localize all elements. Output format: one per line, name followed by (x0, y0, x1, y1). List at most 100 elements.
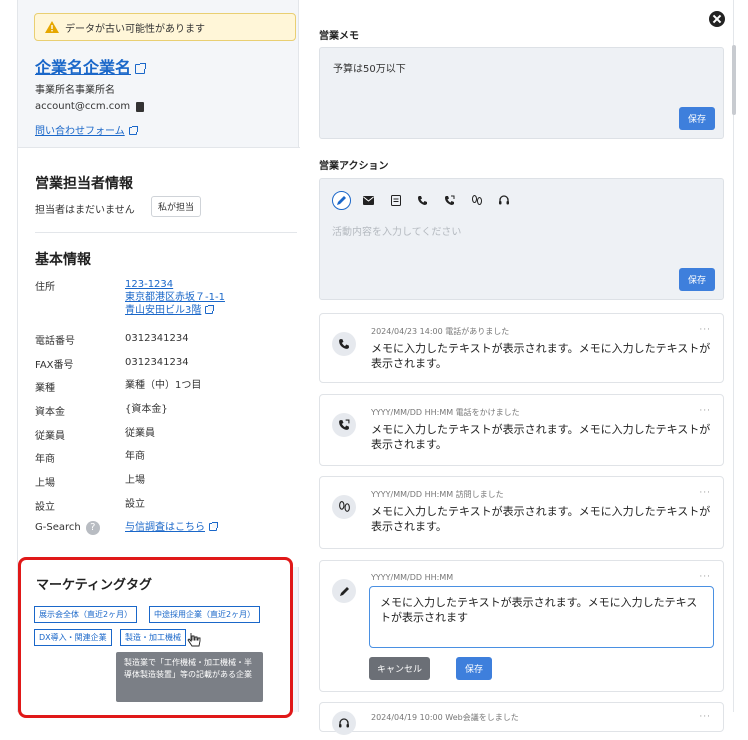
stale-data-warning: データが古い可能性があります (34, 13, 296, 41)
more-menu-icon[interactable]: ··· (699, 712, 711, 722)
info-value: 従業員 (125, 428, 155, 439)
contact-form-link[interactable]: 問い合わせフォーム (35, 122, 138, 137)
mail-icon[interactable] (359, 191, 378, 210)
marketing-tags-title: マーケティングタグ (36, 578, 152, 593)
activity-log-item: YYYY/MM/DD HH:MM 訪問しました ··· メモに入力したテキストが… (319, 476, 724, 549)
company-details-card: 営業担当者情報 担当者はまだいません 私が担当 基本情報 住所 123-1234… (18, 147, 300, 567)
pencil-icon[interactable] (332, 191, 351, 210)
office-name: 事業所名事業所名 (35, 85, 115, 96)
log-body: メモに入力したテキストが表示されます。メモに入力したテキストが表示されます。 (371, 505, 711, 533)
info-value: 設立 (125, 499, 145, 510)
footprints-icon (332, 495, 356, 519)
more-menu-icon[interactable]: ··· (699, 325, 711, 335)
info-label: 電話番号 (35, 336, 75, 347)
sales-panel: 営業メモ 予算は50万以下 保存 営業アクション 活動内容を入力してください 保… (300, 0, 736, 735)
action-save-button[interactable]: 保存 (679, 268, 716, 291)
phone-incoming-icon[interactable] (413, 191, 432, 210)
sales-rep-title: 営業担当者情報 (35, 176, 133, 192)
pencil-icon (332, 579, 356, 603)
hand-cursor-icon (187, 633, 201, 647)
marketing-tag[interactable]: 中途採用企業（直近2ヶ月） (149, 606, 261, 623)
action-placeholder: 活動内容を入力してください (332, 227, 462, 238)
activity-log-item: 2024/04/19 10:00 Web会議をしました ··· (319, 702, 724, 735)
right-scrollbar[interactable] (732, 45, 736, 115)
footprints-icon[interactable] (467, 191, 486, 210)
address-line[interactable]: 123-1234 (125, 278, 295, 291)
phone-outgoing-icon (332, 413, 356, 437)
log-body: メモに入力したテキストが表示されます。メモに入力したテキストが表示されます。 (371, 423, 711, 451)
info-label: 従業員 (35, 431, 65, 442)
marketing-tag[interactable]: 展示会全体（直近2ヶ月） (34, 606, 138, 623)
external-link-icon (205, 305, 215, 314)
basic-info-title: 基本情報 (35, 252, 91, 268)
more-menu-icon[interactable]: ··· (699, 572, 711, 582)
activity-log-item: 2024/04/23 14:00 電話がありました ··· メモに入力したテキス… (319, 313, 724, 383)
divider (35, 232, 297, 233)
info-value: 0312341234 (125, 333, 189, 344)
document-icon[interactable] (386, 191, 405, 210)
more-menu-icon[interactable]: ··· (699, 406, 711, 416)
info-value: {資本金} (125, 404, 168, 415)
credit-check-link[interactable]: 与信調査はこちら (125, 521, 295, 534)
company-name-link[interactable]: 企業名企業名 (35, 54, 147, 78)
headset-icon[interactable] (494, 191, 513, 210)
marketing-tags-section: マーケティングタグ 展示会全体（直近2ヶ月） 中途採用企業（直近2ヶ月） DX導… (18, 557, 293, 718)
address-link[interactable]: 123-1234 東京都港区赤坂７-1-1 青山安田ビル3階 (125, 278, 295, 317)
info-label: 資本金 (35, 407, 65, 418)
sales-rep-status: 担当者はまだいません (35, 205, 135, 216)
cancel-button[interactable]: キャンセル (369, 657, 431, 680)
action-label: 営業アクション (319, 161, 389, 172)
credit-check-text[interactable]: 与信調査はこちら (125, 522, 205, 533)
activity-log-item-editing: YYYY/MM/DD HH:MM ··· メモに入力したテキストが表示されます。… (319, 560, 724, 692)
info-label: 住所 (35, 282, 55, 293)
log-save-button[interactable]: 保存 (456, 657, 493, 680)
contact-form-text[interactable]: 問い合わせフォーム (35, 126, 125, 137)
tag-tooltip: 製造業で「工作機械・加工機械・半導体製造装置」等の記載がある企業 (116, 652, 263, 702)
log-edit-textarea[interactable]: メモに入力したテキストが表示されます。メモに入力したテキストが表示されます (369, 586, 714, 648)
warning-icon (45, 21, 59, 33)
memo-textarea[interactable]: 予算は50万以下 保存 (319, 47, 724, 139)
info-label: 年商 (35, 454, 55, 465)
more-menu-icon[interactable]: ··· (699, 488, 711, 498)
address-line[interactable]: 青山安田ビル3階 (125, 305, 201, 316)
assign-me-button[interactable]: 私が担当 (151, 196, 202, 217)
address-line[interactable]: 東京都港区赤坂７-1-1 (125, 291, 295, 304)
marketing-tag[interactable]: 製造・加工機械 (120, 629, 186, 646)
info-value: 年商 (125, 451, 145, 462)
external-link-icon (209, 522, 218, 531)
action-input-box[interactable]: 活動内容を入力してください 保存 (319, 178, 724, 300)
log-meta: YYYY/MM/DD HH:MM 電話をかけました (371, 408, 520, 417)
warning-text: データが古い可能性があります (65, 23, 205, 35)
copy-icon[interactable] (136, 101, 145, 112)
close-icon[interactable] (709, 11, 725, 27)
phone-outgoing-icon[interactable] (440, 191, 459, 210)
memo-save-button[interactable]: 保存 (679, 107, 716, 130)
gsearch-label: G-Search (35, 522, 81, 533)
log-meta: YYYY/MM/DD HH:MM 訪問しました (371, 490, 504, 499)
info-label: 業種 (35, 383, 55, 394)
info-value: 業種（中）1つ目 (125, 380, 202, 391)
activity-log-item: YYYY/MM/DD HH:MM 電話をかけました ··· メモに入力したテキス… (319, 394, 724, 466)
log-meta: YYYY/MM/DD HH:MM (371, 573, 454, 582)
info-label: 上場 (35, 478, 55, 489)
info-value: 0312341234 (125, 357, 189, 368)
memo-text: 予算は50万以下 (333, 64, 406, 75)
company-name-text[interactable]: 企業名企業名 (35, 58, 131, 77)
email-row: account@ccm.com (35, 101, 145, 112)
phone-incoming-icon (332, 332, 356, 356)
log-body: メモに入力したテキストが表示されます。メモに入力したテキストが表示されます。 (371, 342, 711, 370)
external-link-icon (128, 126, 138, 135)
action-type-selector (332, 191, 513, 210)
email-text: account@ccm.com (35, 101, 131, 112)
external-link-icon (135, 62, 147, 74)
log-meta: 2024/04/23 14:00 電話がありました (371, 327, 510, 336)
memo-label: 営業メモ (319, 31, 359, 42)
marketing-tag[interactable]: DX導入・関連企業 (34, 629, 112, 646)
headset-icon (332, 711, 356, 735)
info-label: G-Search? (35, 521, 115, 535)
help-icon[interactable]: ? (85, 521, 100, 535)
log-meta: 2024/04/19 10:00 Web会議をしました (371, 713, 519, 722)
info-label: 設立 (35, 502, 55, 513)
info-value: 上場 (125, 475, 145, 486)
info-label: FAX番号 (35, 360, 74, 371)
